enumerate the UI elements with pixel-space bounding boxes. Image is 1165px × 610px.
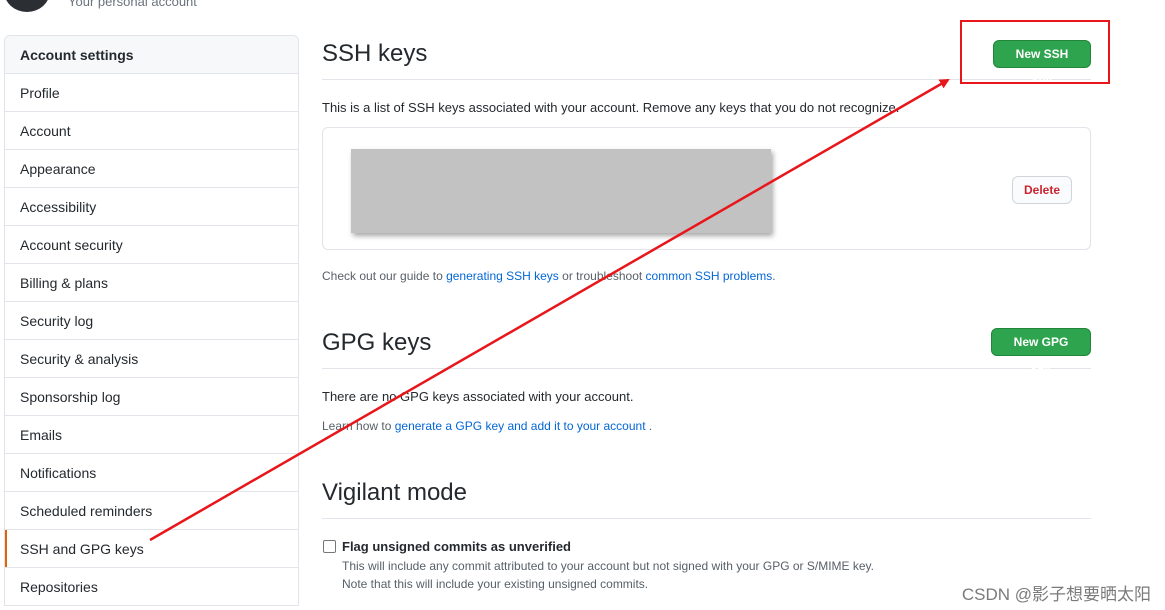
sidebar-item-account-security[interactable]: Account security <box>5 226 298 264</box>
sidebar-item-emails[interactable]: Emails <box>5 416 298 454</box>
gpg-learn-text: Learn how to generate a GPG key and add … <box>322 419 652 433</box>
sidebar-item-security-log[interactable]: Security log <box>5 302 298 340</box>
generating-ssh-keys-link[interactable]: generating SSH keys <box>446 269 559 283</box>
new-ssh-key-button[interactable]: New SSH key <box>993 40 1091 87</box>
sidebar-item-repositories[interactable]: Repositories <box>5 568 298 606</box>
watermark: CSDN @影子想要晒太阳 <box>961 585 1151 604</box>
sidebar-item-sponsorship-log[interactable]: Sponsorship log <box>5 378 298 416</box>
sidebar-item-profile[interactable]: Profile <box>5 74 298 112</box>
sidebar-item-accessibility[interactable]: Accessibility <box>5 188 298 226</box>
sidebar-item-billing[interactable]: Billing & plans <box>5 264 298 302</box>
sidebar-title: Account settings <box>5 36 298 74</box>
vigilant-section-title: Vigilant mode <box>322 479 467 506</box>
ssh-guide-text: Check out our guide to generating SSH ke… <box>322 269 776 283</box>
ssh-guide-suffix: . <box>772 269 776 283</box>
ssh-guide-prefix: Check out our guide to <box>322 269 447 283</box>
settings-sidebar: Account settings Profile Account Appeara… <box>4 35 299 606</box>
gpg-section-title: GPG keys <box>322 329 432 356</box>
sidebar-item-ssh-gpg-keys[interactable]: SSH and GPG keys <box>5 530 298 568</box>
ssh-section-header: SSH keys <box>322 40 1091 80</box>
ssh-section-title: SSH keys <box>322 40 428 67</box>
gpg-learn-prefix: Learn how to <box>322 419 395 433</box>
sidebar-item-security-analysis[interactable]: Security & analysis <box>5 340 298 378</box>
common-ssh-problems-link[interactable]: common SSH problems <box>646 269 773 283</box>
ssh-key-entry-redacted <box>351 149 771 233</box>
sidebar-item-appearance[interactable]: Appearance <box>5 150 298 188</box>
avatar[interactable] <box>4 0 50 12</box>
vigilant-section-header: Vigilant mode <box>322 479 1091 519</box>
flag-unsigned-checkbox[interactable] <box>323 540 336 553</box>
sidebar-item-account[interactable]: Account <box>5 112 298 150</box>
ssh-guide-middle: or troubleshoot <box>558 269 646 283</box>
sidebar-item-notifications[interactable]: Notifications <box>5 454 298 492</box>
flag-unsigned-label[interactable]: Flag unsigned commits as unverified <box>342 539 571 554</box>
new-gpg-key-button[interactable]: New GPG key <box>991 328 1091 375</box>
gpg-learn-suffix: . <box>645 419 653 433</box>
vigilant-help-line1: This will include any commit attributed … <box>342 559 875 573</box>
gpg-section-header: GPG keys <box>322 329 1091 369</box>
gpg-empty-text: There are no GPG keys associated with yo… <box>322 389 634 404</box>
sidebar-item-scheduled-reminders[interactable]: Scheduled reminders <box>5 492 298 530</box>
delete-ssh-key-button[interactable]: Delete <box>1012 176 1073 204</box>
ssh-description: This is a list of SSH keys associated wi… <box>322 100 900 115</box>
header-subtitle: Your personal account <box>68 0 197 9</box>
generate-gpg-key-link[interactable]: generate a GPG key and add it to your ac… <box>395 419 646 433</box>
vigilant-help-line2: Note that this will include your existin… <box>342 577 649 591</box>
ssh-key-list: Delete <box>322 127 1091 250</box>
